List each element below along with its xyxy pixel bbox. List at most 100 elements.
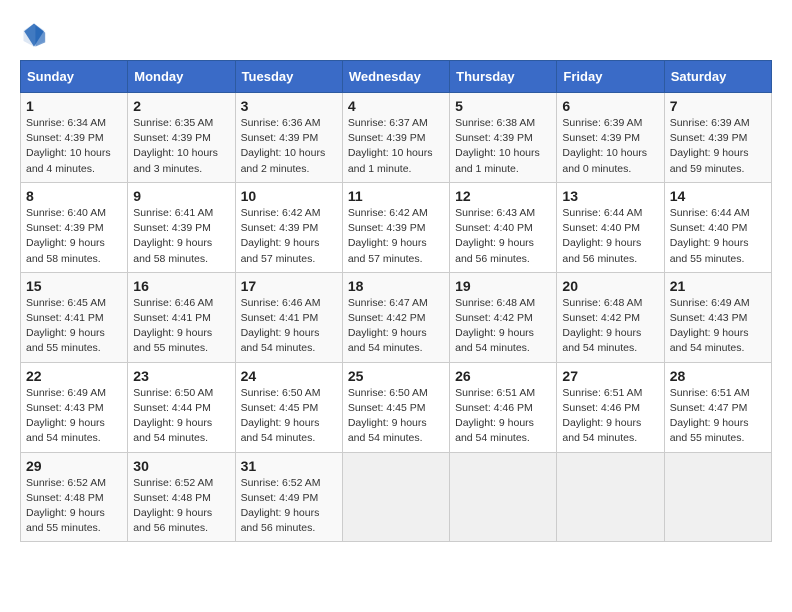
day-number: 25 [348,368,444,384]
day-info: Sunrise: 6:51 AM Sunset: 4:46 PM Dayligh… [562,386,658,447]
calendar-cell: 31 Sunrise: 6:52 AM Sunset: 4:49 PM Dayl… [235,452,342,542]
day-number: 20 [562,278,658,294]
day-number: 22 [26,368,122,384]
day-number: 17 [241,278,337,294]
day-info: Sunrise: 6:46 AM Sunset: 4:41 PM Dayligh… [133,296,229,357]
weekday-header: Tuesday [235,61,342,93]
day-number: 18 [348,278,444,294]
calendar-cell: 20 Sunrise: 6:48 AM Sunset: 4:42 PM Dayl… [557,272,664,362]
day-number: 26 [455,368,551,384]
day-number: 13 [562,188,658,204]
calendar-cell: 25 Sunrise: 6:50 AM Sunset: 4:45 PM Dayl… [342,362,449,452]
day-number: 27 [562,368,658,384]
day-info: Sunrise: 6:52 AM Sunset: 4:48 PM Dayligh… [133,476,229,537]
calendar-cell: 21 Sunrise: 6:49 AM Sunset: 4:43 PM Dayl… [664,272,771,362]
day-number: 6 [562,98,658,114]
calendar-cell: 30 Sunrise: 6:52 AM Sunset: 4:48 PM Dayl… [128,452,235,542]
calendar-week-row: 8 Sunrise: 6:40 AM Sunset: 4:39 PM Dayli… [21,182,772,272]
day-number: 16 [133,278,229,294]
calendar-cell: 27 Sunrise: 6:51 AM Sunset: 4:46 PM Dayl… [557,362,664,452]
day-info: Sunrise: 6:50 AM Sunset: 4:45 PM Dayligh… [348,386,444,447]
day-info: Sunrise: 6:49 AM Sunset: 4:43 PM Dayligh… [670,296,766,357]
day-number: 8 [26,188,122,204]
day-info: Sunrise: 6:44 AM Sunset: 4:40 PM Dayligh… [562,206,658,267]
calendar-cell: 16 Sunrise: 6:46 AM Sunset: 4:41 PM Dayl… [128,272,235,362]
day-info: Sunrise: 6:50 AM Sunset: 4:44 PM Dayligh… [133,386,229,447]
day-info: Sunrise: 6:39 AM Sunset: 4:39 PM Dayligh… [562,116,658,177]
day-info: Sunrise: 6:38 AM Sunset: 4:39 PM Dayligh… [455,116,551,177]
calendar-cell: 9 Sunrise: 6:41 AM Sunset: 4:39 PM Dayli… [128,182,235,272]
day-info: Sunrise: 6:43 AM Sunset: 4:40 PM Dayligh… [455,206,551,267]
calendar-cell: 26 Sunrise: 6:51 AM Sunset: 4:46 PM Dayl… [450,362,557,452]
weekday-header: Sunday [21,61,128,93]
weekday-header: Wednesday [342,61,449,93]
day-number: 1 [26,98,122,114]
day-number: 21 [670,278,766,294]
calendar-cell: 22 Sunrise: 6:49 AM Sunset: 4:43 PM Dayl… [21,362,128,452]
day-info: Sunrise: 6:40 AM Sunset: 4:39 PM Dayligh… [26,206,122,267]
day-info: Sunrise: 6:52 AM Sunset: 4:49 PM Dayligh… [241,476,337,537]
day-info: Sunrise: 6:51 AM Sunset: 4:46 PM Dayligh… [455,386,551,447]
calendar-week-row: 15 Sunrise: 6:45 AM Sunset: 4:41 PM Dayl… [21,272,772,362]
day-number: 3 [241,98,337,114]
calendar-cell: 13 Sunrise: 6:44 AM Sunset: 4:40 PM Dayl… [557,182,664,272]
day-info: Sunrise: 6:39 AM Sunset: 4:39 PM Dayligh… [670,116,766,177]
calendar-cell [450,452,557,542]
weekday-row: SundayMondayTuesdayWednesdayThursdayFrid… [21,61,772,93]
day-info: Sunrise: 6:45 AM Sunset: 4:41 PM Dayligh… [26,296,122,357]
calendar-cell [664,452,771,542]
day-number: 7 [670,98,766,114]
day-number: 9 [133,188,229,204]
weekday-header: Saturday [664,61,771,93]
weekday-header: Monday [128,61,235,93]
calendar-cell [557,452,664,542]
day-info: Sunrise: 6:41 AM Sunset: 4:39 PM Dayligh… [133,206,229,267]
day-info: Sunrise: 6:51 AM Sunset: 4:47 PM Dayligh… [670,386,766,447]
day-info: Sunrise: 6:37 AM Sunset: 4:39 PM Dayligh… [348,116,444,177]
day-info: Sunrise: 6:34 AM Sunset: 4:39 PM Dayligh… [26,116,122,177]
day-info: Sunrise: 6:48 AM Sunset: 4:42 PM Dayligh… [455,296,551,357]
calendar-cell: 28 Sunrise: 6:51 AM Sunset: 4:47 PM Dayl… [664,362,771,452]
day-info: Sunrise: 6:47 AM Sunset: 4:42 PM Dayligh… [348,296,444,357]
calendar-cell: 1 Sunrise: 6:34 AM Sunset: 4:39 PM Dayli… [21,93,128,183]
day-number: 2 [133,98,229,114]
calendar-cell: 11 Sunrise: 6:42 AM Sunset: 4:39 PM Dayl… [342,182,449,272]
calendar-cell: 29 Sunrise: 6:52 AM Sunset: 4:48 PM Dayl… [21,452,128,542]
calendar-cell [342,452,449,542]
day-number: 19 [455,278,551,294]
calendar-week-row: 29 Sunrise: 6:52 AM Sunset: 4:48 PM Dayl… [21,452,772,542]
calendar-cell: 18 Sunrise: 6:47 AM Sunset: 4:42 PM Dayl… [342,272,449,362]
calendar-cell: 19 Sunrise: 6:48 AM Sunset: 4:42 PM Dayl… [450,272,557,362]
day-number: 5 [455,98,551,114]
calendar-cell: 4 Sunrise: 6:37 AM Sunset: 4:39 PM Dayli… [342,93,449,183]
header [20,20,772,48]
calendar-cell: 7 Sunrise: 6:39 AM Sunset: 4:39 PM Dayli… [664,93,771,183]
weekday-header: Friday [557,61,664,93]
calendar-cell: 15 Sunrise: 6:45 AM Sunset: 4:41 PM Dayl… [21,272,128,362]
day-number: 10 [241,188,337,204]
calendar-table: SundayMondayTuesdayWednesdayThursdayFrid… [20,60,772,542]
day-info: Sunrise: 6:42 AM Sunset: 4:39 PM Dayligh… [348,206,444,267]
day-number: 29 [26,458,122,474]
calendar-week-row: 1 Sunrise: 6:34 AM Sunset: 4:39 PM Dayli… [21,93,772,183]
day-info: Sunrise: 6:46 AM Sunset: 4:41 PM Dayligh… [241,296,337,357]
day-number: 23 [133,368,229,384]
logo-icon [20,20,48,48]
calendar-cell: 24 Sunrise: 6:50 AM Sunset: 4:45 PM Dayl… [235,362,342,452]
day-number: 12 [455,188,551,204]
day-info: Sunrise: 6:36 AM Sunset: 4:39 PM Dayligh… [241,116,337,177]
calendar-cell: 8 Sunrise: 6:40 AM Sunset: 4:39 PM Dayli… [21,182,128,272]
calendar-header: SundayMondayTuesdayWednesdayThursdayFrid… [21,61,772,93]
day-number: 4 [348,98,444,114]
logo [20,20,52,48]
calendar-cell: 10 Sunrise: 6:42 AM Sunset: 4:39 PM Dayl… [235,182,342,272]
day-number: 14 [670,188,766,204]
day-info: Sunrise: 6:52 AM Sunset: 4:48 PM Dayligh… [26,476,122,537]
day-info: Sunrise: 6:42 AM Sunset: 4:39 PM Dayligh… [241,206,337,267]
day-number: 15 [26,278,122,294]
calendar-cell: 12 Sunrise: 6:43 AM Sunset: 4:40 PM Dayl… [450,182,557,272]
calendar-cell: 23 Sunrise: 6:50 AM Sunset: 4:44 PM Dayl… [128,362,235,452]
calendar-week-row: 22 Sunrise: 6:49 AM Sunset: 4:43 PM Dayl… [21,362,772,452]
calendar-cell: 5 Sunrise: 6:38 AM Sunset: 4:39 PM Dayli… [450,93,557,183]
day-info: Sunrise: 6:35 AM Sunset: 4:39 PM Dayligh… [133,116,229,177]
